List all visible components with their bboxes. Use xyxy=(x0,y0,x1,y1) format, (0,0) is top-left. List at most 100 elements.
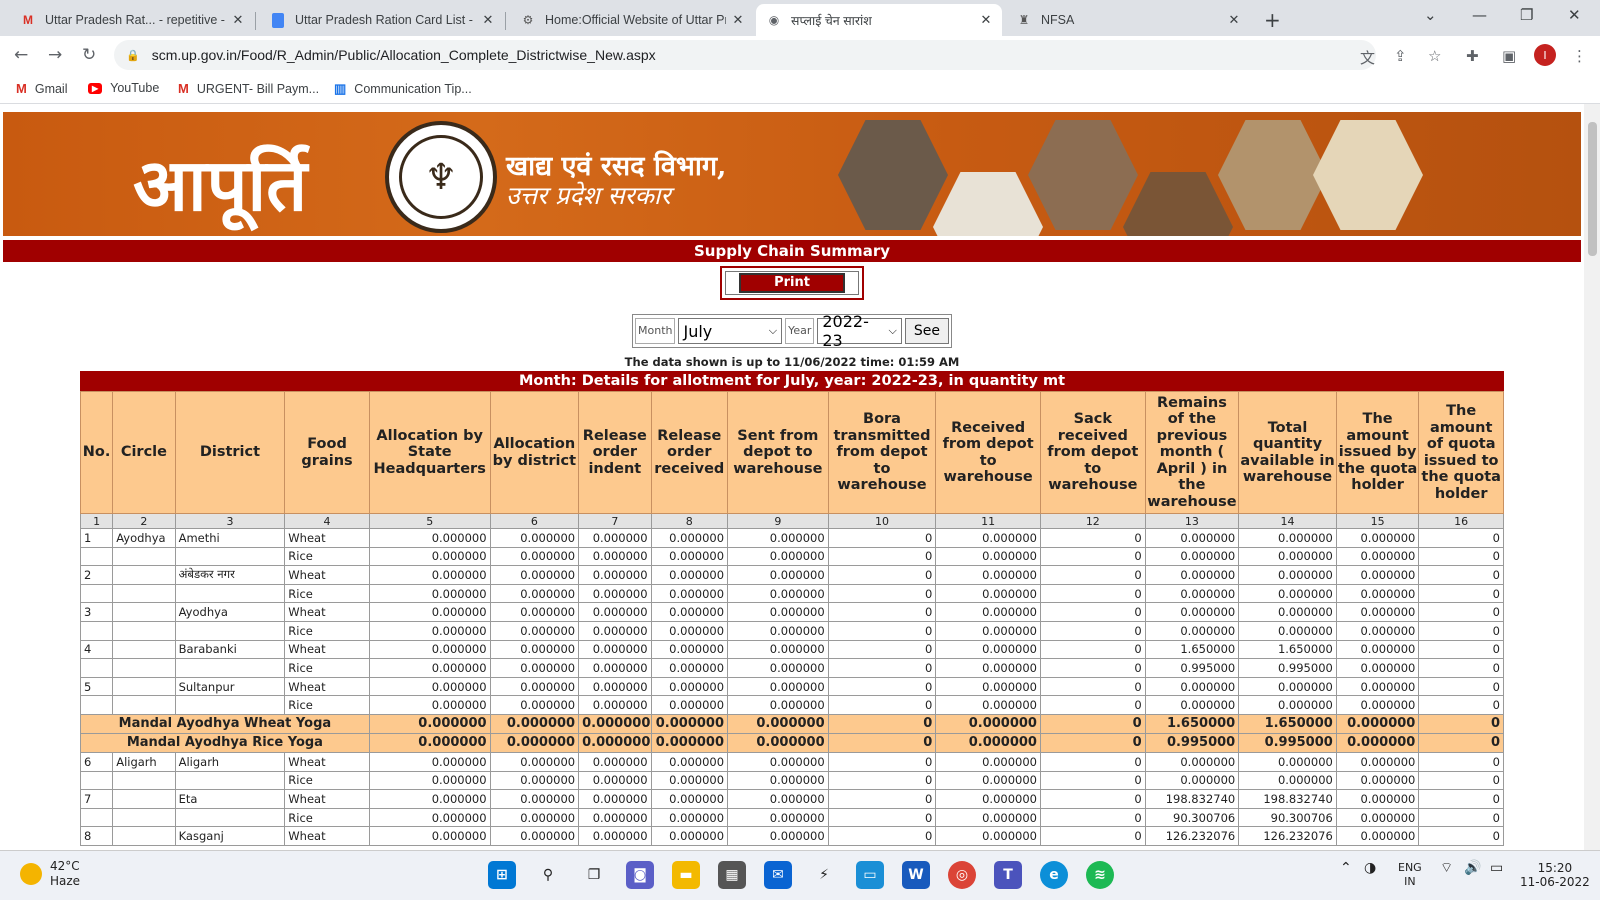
table-cell: 198.832740 xyxy=(1238,789,1337,809)
table-cell: 0.000000 xyxy=(489,565,580,585)
teams-chat-icon[interactable]: ◙ xyxy=(626,861,654,889)
tab-supply-chain[interactable]: ◉ सप्लाई चेन सारांश ✕ xyxy=(756,4,1002,36)
translate-icon[interactable]: 文 xyxy=(1360,47,1375,68)
print-button[interactable]: Print xyxy=(739,273,845,293)
close-icon[interactable]: ✕ xyxy=(480,12,496,28)
volume-icon[interactable]: 🔊 xyxy=(1464,861,1481,875)
table-cell: Amethi xyxy=(174,528,286,548)
table-cell: 0.000000 xyxy=(1238,546,1337,567)
tab-up-website[interactable]: ⚙ Home:Official Website of Uttar Pr ✕ xyxy=(510,4,754,36)
side-panel-icon[interactable]: ▣ xyxy=(1502,47,1516,65)
table-cell: 0.000000 xyxy=(1335,770,1420,791)
table-cell: 4 xyxy=(79,639,114,660)
edge-icon[interactable]: e xyxy=(1040,861,1068,889)
table-cell: 0.000000 xyxy=(650,602,729,622)
back-icon[interactable]: ← xyxy=(14,45,28,65)
bookmark-youtube[interactable]: ▶ YouTube xyxy=(88,81,159,95)
tab-search-icon[interactable]: ⌄ xyxy=(1424,6,1437,24)
table-cell: 0.000000 xyxy=(1335,546,1420,567)
table-cell: 0.000000 xyxy=(727,546,829,567)
table-cell: 0 xyxy=(1039,826,1146,846)
tab-nfsa[interactable]: ♜ NFSA ✕ xyxy=(1006,4,1250,36)
search-icon[interactable]: ⚲ xyxy=(534,861,562,889)
address-bar[interactable]: 🔒 scm.up.gov.in/Food/R_Admin/Public/Allo… xyxy=(114,40,1376,70)
close-icon[interactable]: ✕ xyxy=(1226,12,1242,28)
table-cell xyxy=(174,583,286,604)
page-title: Supply Chain Summary xyxy=(3,240,1581,262)
year-select[interactable]: 2022-23 ⌵ xyxy=(817,312,902,350)
bookmark-gmail[interactable]: M Gmail xyxy=(16,81,68,96)
close-icon[interactable]: ✕ xyxy=(978,12,994,28)
new-tab-button[interactable]: + xyxy=(1264,8,1281,32)
banner-photo xyxy=(1028,120,1138,230)
table-cell: 0.000000 xyxy=(368,770,491,791)
table-cell: Wheat xyxy=(284,565,370,585)
table-cell: 0.000000 xyxy=(1335,807,1420,828)
show-hidden-icons[interactable]: ⌃ xyxy=(1340,861,1352,875)
table-cell: 0.000000 xyxy=(650,770,729,791)
clock[interactable]: 15:20 11-06-2022 xyxy=(1520,861,1590,889)
bookmark-urgent-bill[interactable]: M URGENT- Bill Paym... xyxy=(178,81,319,96)
table-cell: 0.000000 xyxy=(727,620,829,641)
column-number: 11 xyxy=(935,513,1041,529)
teams-icon[interactable]: T xyxy=(994,861,1022,889)
desktop-icon[interactable]: ▭ xyxy=(856,861,884,889)
forward-icon[interactable]: → xyxy=(48,45,62,65)
minimize-button[interactable]: — xyxy=(1472,6,1487,24)
allotment-table: No. Circle District Food grains Allocation b… xyxy=(79,391,1504,846)
column-header: Allocation by State Headquarters xyxy=(368,391,491,514)
mail-icon[interactable]: ✉ xyxy=(764,861,792,889)
scrollbar-thumb[interactable] xyxy=(1588,122,1597,256)
tab-gmail[interactable]: M Uttar Pradesh Rat... - repetitive - ✕ xyxy=(10,4,254,36)
close-icon[interactable]: ✕ xyxy=(730,12,746,28)
battery-icon[interactable]: ▭ xyxy=(1490,861,1503,875)
table-cell: 0.000000 xyxy=(578,695,652,715)
table-cell: 0.000000 xyxy=(1335,732,1420,753)
windows-start-icon[interactable]: ⊞ xyxy=(488,861,516,889)
month-select[interactable]: July ⌵ xyxy=(678,318,783,344)
profile-avatar[interactable]: I xyxy=(1534,44,1556,66)
window-close-button[interactable]: ✕ xyxy=(1568,6,1581,24)
subtotal-row: Mandal Ayodhya Rice Yoga 0.000000 0.000000… xyxy=(80,732,1504,753)
app-icon[interactable]: ⚡ xyxy=(810,861,838,889)
table-cell: 0.000000 xyxy=(650,620,729,641)
table-cell: 0 xyxy=(827,732,937,753)
extensions-icon[interactable]: ✚ xyxy=(1466,47,1479,65)
close-icon[interactable]: ✕ xyxy=(230,12,246,28)
weather-widget[interactable]: 42°C Haze xyxy=(20,859,80,889)
table-cell: 0.000000 xyxy=(578,528,652,548)
bookmarks-bar: M Gmail ▶ YouTube M URGENT- Bill Paym... ▥ C… xyxy=(0,74,1600,104)
wifi-icon[interactable]: ⌔ xyxy=(1440,861,1453,875)
table-cell xyxy=(112,565,176,585)
task-view-icon[interactable]: ❐ xyxy=(580,861,608,889)
column-number: 15 xyxy=(1335,513,1420,529)
table-cell: 0.000000 xyxy=(935,639,1041,660)
share-icon[interactable]: ⇪ xyxy=(1394,47,1407,65)
menu-icon[interactable]: ⋮ xyxy=(1572,47,1587,65)
file-explorer-icon[interactable]: ▬ xyxy=(672,861,700,889)
store-icon[interactable]: ▦ xyxy=(718,861,746,889)
table-cell: 0.000000 xyxy=(1144,676,1240,697)
table-cell: 0.000000 xyxy=(1238,583,1337,604)
table-cell xyxy=(174,658,286,678)
reload-icon[interactable]: ↻ xyxy=(82,45,96,65)
word-icon[interactable]: W xyxy=(902,861,930,889)
language-indicator[interactable]: ENG IN xyxy=(1398,861,1422,889)
see-button[interactable]: See xyxy=(904,318,949,344)
security-icon[interactable]: ◑ xyxy=(1364,861,1376,875)
page-scrollbar[interactable] xyxy=(1584,104,1600,850)
banner-photo xyxy=(1313,120,1423,230)
table-cell: 0.000000 xyxy=(935,546,1041,567)
table-cell xyxy=(112,639,176,660)
bookmark-communication[interactable]: ▥ Communication Tip... xyxy=(334,81,472,97)
table-cell: 0.000000 xyxy=(368,695,491,715)
table-cell: 0.000000 xyxy=(578,751,652,772)
table-cell: 0.000000 xyxy=(935,658,1041,678)
chrome-icon[interactable]: ◎ xyxy=(948,861,976,889)
spotify-icon[interactable]: ≋ xyxy=(1086,861,1114,889)
tab-docs[interactable]: Uttar Pradesh Ration Card List - C ✕ xyxy=(260,4,504,36)
maximize-button[interactable]: ❐ xyxy=(1520,6,1533,24)
bookmark-star-icon[interactable]: ☆ xyxy=(1428,47,1441,65)
table-row: 1 Ayodhya Amethi Wheat 0.000000 0.000000 0.000… xyxy=(79,528,1504,548)
table-cell: 0.000000 xyxy=(1238,602,1337,622)
